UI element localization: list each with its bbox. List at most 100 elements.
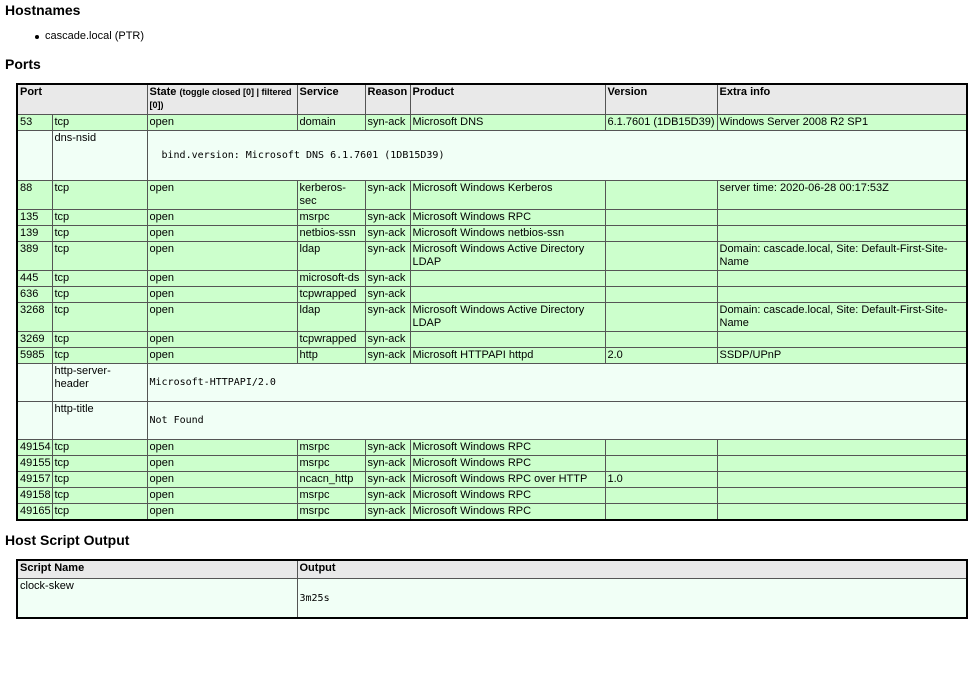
port-service: msrpc [296, 209, 366, 226]
script-name: http-title [51, 401, 148, 440]
port-service: msrpc [296, 455, 366, 472]
port-row: 139 tcp open netbios-ssn syn-ack Microso… [16, 225, 968, 242]
port-extra-info [716, 209, 968, 226]
port-reason: syn-ack [364, 347, 411, 364]
port-product: Microsoft Windows RPC [409, 439, 606, 456]
port-number: 3268 [16, 302, 53, 332]
hostnames-heading: Hostnames [5, 2, 81, 18]
port-version [604, 331, 718, 348]
port-row: 49155 tcp open msrpc syn-ack Microsoft W… [16, 455, 968, 472]
port-number: 139 [16, 225, 53, 242]
script-indent [16, 401, 53, 440]
port-number: 49165 [16, 503, 53, 521]
hostname-item: cascade.local (PTR) [35, 29, 971, 43]
state-toggle-suffix: ) [160, 100, 164, 110]
port-service: ncacn_http [296, 471, 366, 488]
port-number: 49155 [16, 455, 53, 472]
script-row: http-server-header Microsoft-HTTPAPI/2.0 [16, 363, 968, 402]
port-reason: syn-ack [364, 439, 411, 456]
port-product [409, 331, 606, 348]
port-service: microsoft-ds [296, 270, 366, 287]
port-service: tcpwrapped [296, 286, 366, 303]
port-service: msrpc [296, 487, 366, 504]
host-script-output-text: 3m25s [299, 592, 330, 604]
port-row: 88 tcp open kerberos-sec syn-ack Microso… [16, 180, 968, 210]
port-version [604, 302, 718, 332]
port-version: 6.1.7601 (1DB15D39) [604, 114, 718, 131]
port-reason: syn-ack [364, 225, 411, 242]
col-header-service: Service [296, 83, 366, 115]
port-extra-info: Windows Server 2008 R2 SP1 [716, 114, 968, 131]
col-header-product: Product [409, 83, 606, 115]
port-version: 2.0 [604, 347, 718, 364]
port-number: 636 [16, 286, 53, 303]
port-state: open [146, 487, 298, 504]
ports-heading: Ports [5, 56, 41, 72]
script-output: bind.version: Microsoft DNS 6.1.7601 (1D… [146, 130, 968, 181]
port-extra-info [716, 286, 968, 303]
col-header-extra-info: Extra info [716, 83, 968, 115]
host-script-output: 3m25s [296, 578, 968, 619]
port-reason: syn-ack [364, 209, 411, 226]
port-protocol: tcp [51, 225, 148, 242]
port-service: tcpwrapped [296, 331, 366, 348]
port-reason: syn-ack [364, 241, 411, 271]
port-version: 1.0 [604, 471, 718, 488]
port-row: 445 tcp open microsoft-ds syn-ack [16, 270, 968, 287]
port-extra-info: SSDP/UPnP [716, 347, 968, 364]
port-reason: syn-ack [364, 503, 411, 521]
port-row: 49158 tcp open msrpc syn-ack Microsoft W… [16, 487, 968, 504]
port-product: Microsoft Windows RPC [409, 455, 606, 472]
port-state: open [146, 286, 298, 303]
port-row: 636 tcp open tcpwrapped syn-ack [16, 286, 968, 303]
port-extra-info [716, 487, 968, 504]
script-row: dns-nsid bind.version: Microsoft DNS 6.1… [16, 130, 968, 181]
port-reason: syn-ack [364, 455, 411, 472]
port-service: msrpc [296, 439, 366, 456]
port-number: 49157 [16, 471, 53, 488]
port-reason: syn-ack [364, 114, 411, 131]
port-product: Microsoft Windows Active Directory LDAP [409, 302, 606, 332]
script-output: Not Found [146, 401, 968, 440]
port-product: Microsoft Windows Active Directory LDAP [409, 241, 606, 271]
port-protocol: tcp [51, 455, 148, 472]
port-state: open [146, 331, 298, 348]
port-protocol: tcp [51, 114, 148, 131]
port-protocol: tcp [51, 209, 148, 226]
host-script-table: Script Name Output clock-skew 3m25s [16, 559, 968, 619]
port-reason: syn-ack [364, 487, 411, 504]
port-protocol: tcp [51, 302, 148, 332]
port-extra-info [716, 455, 968, 472]
port-extra-info [716, 225, 968, 242]
port-number: 3269 [16, 331, 53, 348]
port-row: 49154 tcp open msrpc syn-ack Microsoft W… [16, 439, 968, 456]
port-extra-info [716, 471, 968, 488]
port-row: 3269 tcp open tcpwrapped syn-ack [16, 331, 968, 348]
port-state: open [146, 114, 298, 131]
script-indent [16, 363, 53, 402]
port-version [604, 487, 718, 504]
port-number: 389 [16, 241, 53, 271]
port-version [604, 225, 718, 242]
port-protocol: tcp [51, 347, 148, 364]
port-product: Microsoft Windows RPC over HTTP [409, 471, 606, 488]
port-product: Microsoft Windows RPC [409, 209, 606, 226]
port-service: http [296, 347, 366, 364]
port-extra-info [716, 503, 968, 521]
port-row: 3268 tcp open ldap syn-ack Microsoft Win… [16, 302, 968, 332]
port-extra-info: server time: 2020-06-28 00:17:53Z [716, 180, 968, 210]
port-protocol: tcp [51, 286, 148, 303]
port-service: kerberos-sec [296, 180, 366, 210]
port-number: 53 [16, 114, 53, 131]
col-header-state: State (toggle closed [0] | filtered [0]) [146, 83, 298, 115]
port-state: open [146, 270, 298, 287]
col-header-output: Output [296, 559, 968, 579]
toggle-closed-link[interactable]: closed [0] [212, 87, 254, 97]
port-extra-info [716, 439, 968, 456]
port-row: 49157 tcp open ncacn_http syn-ack Micros… [16, 471, 968, 488]
port-number: 5985 [16, 347, 53, 364]
col-header-reason: Reason [364, 83, 411, 115]
port-state: open [146, 302, 298, 332]
port-state: open [146, 503, 298, 521]
nmap-report: Hostnames cascade.local (PTR) Ports Port… [0, 0, 976, 619]
